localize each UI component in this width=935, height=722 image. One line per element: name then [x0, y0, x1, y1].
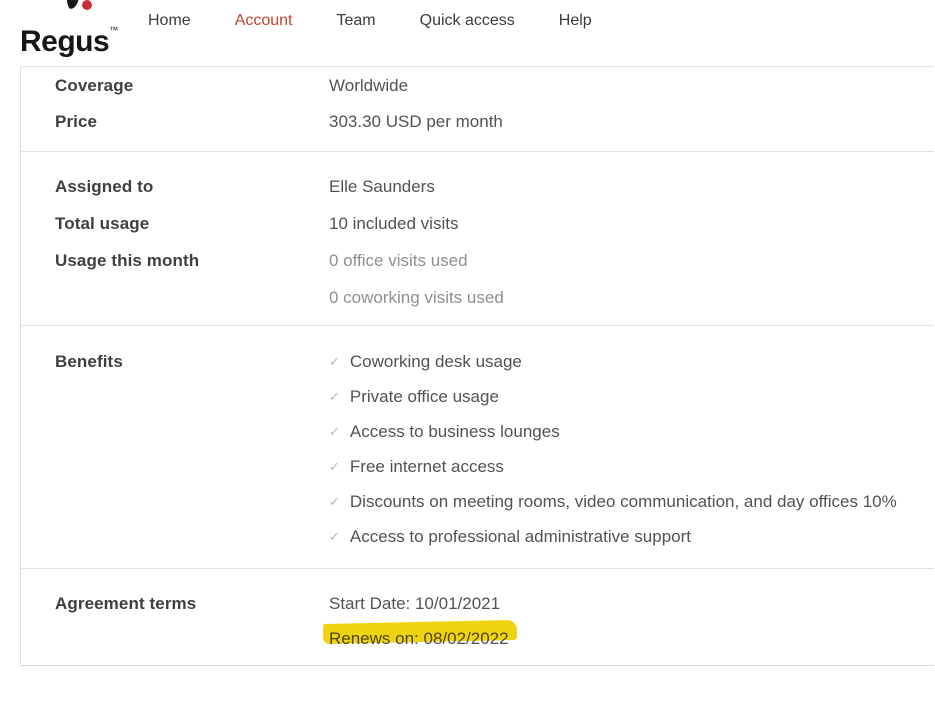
check-icon: ✓	[329, 492, 340, 511]
check-icon: ✓	[329, 352, 340, 371]
coverage-value: Worldwide	[329, 76, 408, 95]
price-label: Price	[55, 112, 329, 131]
renews-on-highlighted: Renews on: 08/02/2022	[329, 629, 509, 648]
renews-on-value: Renews on: 08/02/2022	[329, 629, 509, 648]
total-usage-label: Total usage	[55, 214, 329, 233]
start-date-value: Start Date: 10/01/2021	[329, 594, 500, 613]
benefit-text: Access to business lounges	[350, 422, 560, 441]
trademark-symbol: ™	[109, 25, 118, 35]
top-navigation-bar: Regus™ Home Account Team Quick access He…	[0, 0, 935, 64]
assigned-to-value: Elle Saunders	[329, 177, 435, 196]
check-icon: ✓	[329, 457, 340, 476]
benefit-item: ✓ Coworking desk usage	[329, 352, 522, 372]
start-date-row: Agreement terms Start Date: 10/01/2021	[55, 594, 934, 613]
coworking-visits-used-value: 0 coworking visits used	[329, 288, 504, 307]
coverage-row: Coverage Worldwide	[55, 76, 934, 95]
section-agreement-terms: Agreement terms Start Date: 10/01/2021 R…	[21, 568, 934, 667]
usage-this-month-row: Usage this month 0 office visits used	[55, 251, 934, 270]
benefit-row: ✓ Access to professional administrative …	[55, 527, 934, 547]
total-usage-value: 10 included visits	[329, 214, 458, 233]
price-row: Price 303.30 USD per month	[55, 112, 934, 131]
benefit-item: ✓ Access to business lounges	[329, 422, 560, 442]
benefit-item: ✓ Discounts on meeting rooms, video comm…	[329, 492, 897, 512]
benefit-row: ✓ Access to business lounges	[55, 422, 934, 442]
benefit-row: ✓ Discounts on meeting rooms, video comm…	[55, 492, 934, 512]
main-nav: Home Account Team Quick access Help	[148, 11, 592, 31]
renews-on-row: Renews on: 08/02/2022	[55, 629, 934, 648]
section-coverage-price: Coverage Worldwide Price 303.30 USD per …	[21, 67, 934, 151]
section-usage: Assigned to Elle Saunders Total usage 10…	[21, 151, 934, 325]
regus-logo[interactable]: Regus™	[20, 0, 130, 54]
section-benefits: Benefits ✓ Coworking desk usage ✓ Privat…	[21, 325, 934, 568]
usage-this-month-row-2: 0 coworking visits used	[55, 288, 934, 307]
usage-this-month-label: Usage this month	[55, 251, 329, 270]
check-icon: ✓	[329, 387, 340, 406]
benefit-text: Discounts on meeting rooms, video commun…	[350, 492, 897, 511]
price-value: 303.30 USD per month	[329, 112, 503, 131]
benefit-text: Access to professional administrative su…	[350, 527, 691, 546]
benefit-row: Benefits ✓ Coworking desk usage	[55, 352, 934, 372]
assigned-to-label: Assigned to	[55, 177, 329, 196]
regus-logo-mark-icon	[66, 0, 98, 12]
coverage-label: Coverage	[55, 76, 329, 95]
nav-item-account[interactable]: Account	[235, 11, 293, 31]
office-visits-used-value: 0 office visits used	[329, 251, 468, 270]
nav-item-home[interactable]: Home	[148, 11, 191, 31]
benefit-row: ✓ Private office usage	[55, 387, 934, 407]
check-icon: ✓	[329, 527, 340, 546]
nav-item-team[interactable]: Team	[337, 11, 376, 31]
benefit-item: ✓ Private office usage	[329, 387, 499, 407]
benefit-text: Coworking desk usage	[350, 352, 522, 371]
nav-item-help[interactable]: Help	[559, 11, 592, 31]
logo-wordmark: Regus™	[20, 14, 118, 58]
benefit-item: ✓ Free internet access	[329, 457, 504, 477]
benefit-item: ✓ Access to professional administrative …	[329, 527, 691, 547]
assigned-to-row: Assigned to Elle Saunders	[55, 177, 934, 196]
nav-item-quick-access[interactable]: Quick access	[420, 11, 515, 31]
agreement-terms-label: Agreement terms	[55, 594, 329, 613]
total-usage-row: Total usage 10 included visits	[55, 214, 934, 233]
membership-details-card: Coverage Worldwide Price 303.30 USD per …	[20, 66, 934, 666]
benefit-text: Free internet access	[350, 457, 504, 476]
benefits-label: Benefits	[55, 352, 329, 371]
check-icon: ✓	[329, 422, 340, 441]
benefit-text: Private office usage	[350, 387, 499, 406]
benefit-row: ✓ Free internet access	[55, 457, 934, 477]
